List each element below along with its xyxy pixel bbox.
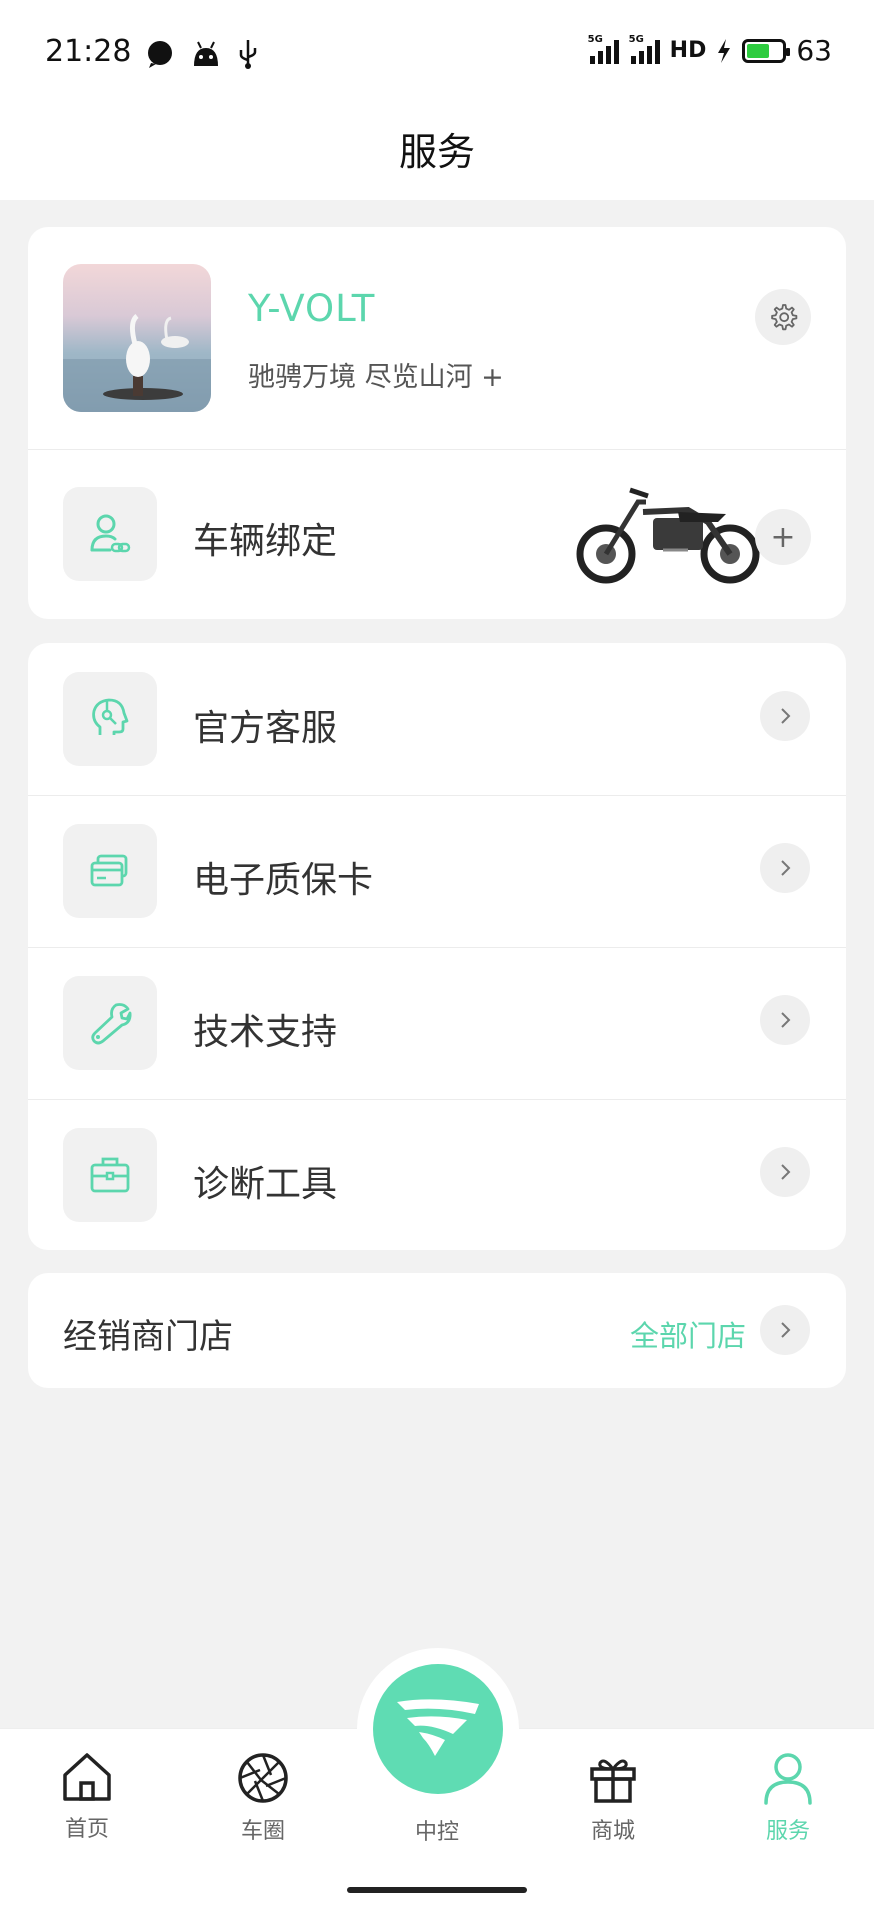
battery-percent: 63 bbox=[796, 34, 832, 67]
tech-icon-box bbox=[63, 976, 157, 1070]
vehicle-bind-label: 车辆绑定 bbox=[193, 521, 338, 562]
add-vehicle-button[interactable]: + bbox=[755, 509, 811, 565]
status-time: 21:28 bbox=[45, 34, 132, 69]
gear-icon bbox=[771, 304, 798, 331]
net-label-2: 5G bbox=[628, 33, 644, 45]
wrench-icon bbox=[91, 1003, 132, 1045]
diagnostics-icon-box bbox=[63, 1128, 157, 1222]
tab-label-circle: 车圈 bbox=[240, 1819, 285, 1844]
home-icon bbox=[63, 1753, 111, 1801]
cards-icon bbox=[90, 854, 128, 887]
services-card: 官方客服 电子质保卡 技术支持 诊断工具 bbox=[28, 643, 846, 1250]
service-label-warranty: 电子质保卡 bbox=[193, 860, 374, 901]
dealer-label: 经销商门店 bbox=[63, 1317, 233, 1357]
support-head-icon bbox=[92, 698, 129, 735]
toolbox-icon bbox=[90, 1157, 130, 1193]
android-icon bbox=[194, 41, 218, 66]
add-vehicle-symbol: + bbox=[770, 519, 796, 555]
tab-home[interactable]: 首页 bbox=[27, 1751, 147, 1843]
user-link-icon bbox=[90, 514, 131, 553]
profile-card: Y-VOLT 驰骋万境 尽览山河 + 车辆绑定 + bbox=[28, 227, 846, 619]
status-bar: 21:28 5G 5G HD 63 bbox=[0, 0, 874, 105]
swan-photo bbox=[63, 314, 211, 412]
tab-label-mall: 商城 bbox=[590, 1819, 635, 1844]
card-divider bbox=[28, 449, 846, 450]
service-row-support[interactable]: 官方客服 bbox=[28, 643, 846, 795]
usb-icon bbox=[239, 40, 257, 69]
vehicle-bind-icon-box bbox=[63, 487, 157, 581]
profile-slogan[interactable]: 驰骋万境 尽览山河 + bbox=[248, 355, 504, 394]
gift-icon bbox=[590, 1759, 636, 1803]
person-icon bbox=[764, 1753, 812, 1805]
support-icon-box bbox=[63, 672, 157, 766]
center-control-button[interactable] bbox=[373, 1664, 503, 1794]
all-stores-link[interactable]: 全部门店 bbox=[630, 1313, 746, 1355]
chevron-right-icon[interactable] bbox=[760, 691, 810, 741]
chevron-right-icon[interactable] bbox=[760, 843, 810, 893]
tab-label-service: 服务 bbox=[765, 1819, 810, 1844]
page-title: 服务 bbox=[398, 130, 475, 174]
service-label-diagnostics: 诊断工具 bbox=[193, 1164, 338, 1205]
service-row-diagnostics[interactable]: 诊断工具 bbox=[28, 1099, 846, 1251]
service-row-tech[interactable]: 技术支持 bbox=[28, 947, 846, 1099]
battery-fill bbox=[747, 43, 769, 58]
warranty-icon-box bbox=[63, 824, 157, 918]
service-row-warranty[interactable]: 电子质保卡 bbox=[28, 795, 846, 947]
chevron-right-icon[interactable] bbox=[760, 995, 810, 1045]
profile-name: Y-VOLT bbox=[248, 287, 376, 330]
home-indicator[interactable] bbox=[347, 1887, 527, 1893]
dealer-card: 经销商门店 全部门店 bbox=[28, 1273, 846, 1388]
battery-icon bbox=[742, 38, 791, 63]
charging-bolt-icon bbox=[718, 38, 731, 63]
service-label-tech: 技术支持 bbox=[193, 1012, 338, 1053]
settings-button[interactable] bbox=[755, 289, 811, 345]
tab-label-home: 首页 bbox=[64, 1817, 109, 1842]
aperture-icon bbox=[238, 1753, 288, 1803]
logo-icon bbox=[397, 1699, 479, 1756]
net-label-1: 5G bbox=[587, 33, 603, 45]
service-label-support: 官方客服 bbox=[193, 708, 338, 749]
motorcycle-image bbox=[576, 487, 760, 584]
tab-circle[interactable]: 车圈 bbox=[203, 1751, 323, 1845]
tab-service[interactable]: 服务 bbox=[728, 1751, 848, 1845]
page-header: 服务 bbox=[0, 105, 874, 200]
tab-label-center[interactable]: 中控 bbox=[377, 1814, 497, 1846]
chevron-right-icon[interactable] bbox=[760, 1305, 810, 1355]
message-bubble-icon bbox=[148, 41, 172, 68]
tab-mall[interactable]: 商城 bbox=[553, 1751, 673, 1845]
signal-5g-icon: 5G bbox=[588, 34, 619, 64]
avatar[interactable] bbox=[63, 264, 211, 412]
chevron-right-icon[interactable] bbox=[760, 1147, 810, 1197]
hd-voice-label: HD bbox=[669, 38, 707, 63]
signal-5g-icon-2: 5G bbox=[629, 34, 660, 64]
